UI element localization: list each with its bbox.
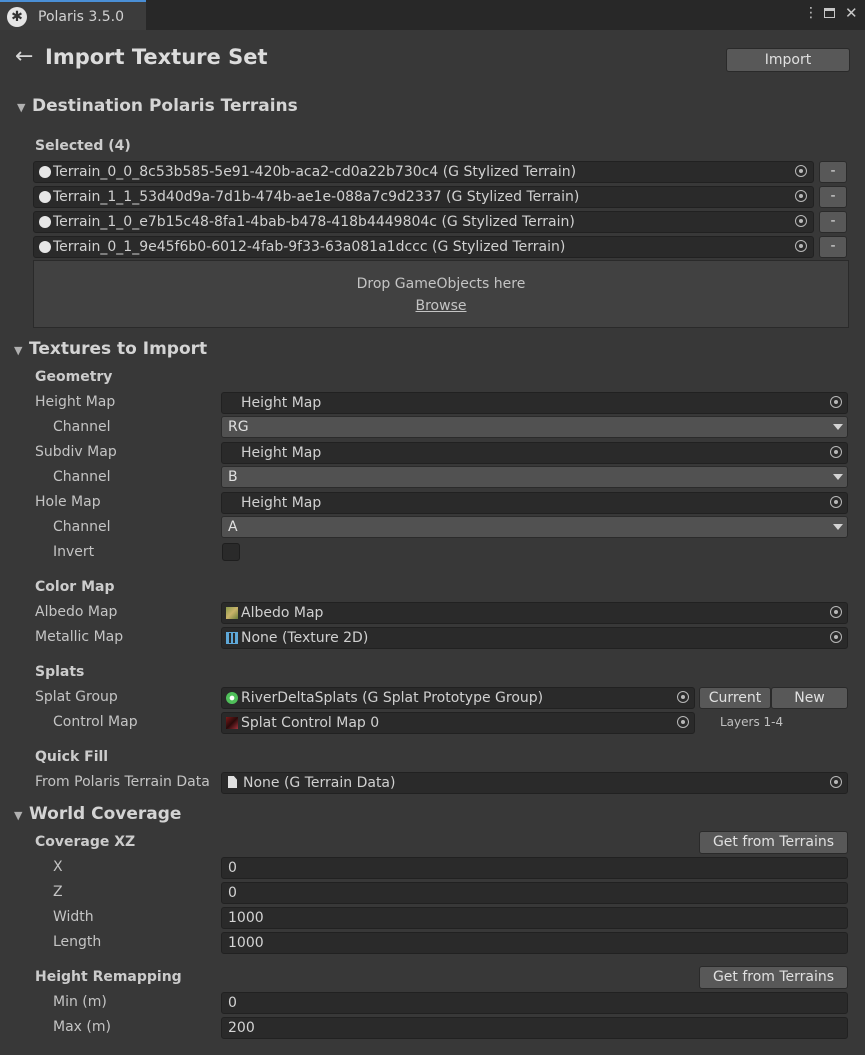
terrain-object-field-3[interactable]: Terrain_1_0_e7b15c48-8fa1-4bab-b478-418b… [33,211,814,233]
albedo-map-field[interactable]: Albedo Map [221,602,848,624]
metallic-map-label: Metallic Map [35,629,124,645]
metallic-map-field[interactable]: None (Texture 2D) [221,627,848,649]
foldout-triangle-icon[interactable]: ▼ [14,809,22,822]
coverage-xz-label: Coverage XZ [35,834,136,850]
current-button[interactable]: Current [699,687,771,709]
object-picker-icon[interactable] [795,240,807,252]
remove-terrain-button-4[interactable]: - [819,236,847,258]
height-map-label: Height Map [35,394,116,410]
splat-group-field[interactable]: RiverDeltaSplats (G Splat Prototype Grou… [221,687,695,709]
terrain-object-field-1[interactable]: Terrain_0_0_8c53b585-5e91-420b-aca2-cd0a… [33,161,814,183]
geometry-label: Geometry [35,369,113,385]
control-map-field[interactable]: Splat Control Map 0 [221,712,695,734]
terrain-object-field-4[interactable]: Terrain_0_1_9e45f6b0-6012-4fab-9f33-63a0… [33,236,814,258]
min-label: Min (m) [53,994,107,1010]
albedo-map-label: Albedo Map [35,604,118,620]
hole-map-label: Hole Map [35,494,101,510]
destination-section-title[interactable]: Destination Polaris Terrains [32,96,298,116]
object-picker-icon[interactable] [795,215,807,227]
height-map-field[interactable]: Height Map [221,392,848,414]
file-icon [228,776,237,788]
foldout-triangle-icon[interactable]: ▼ [14,344,22,357]
back-arrow-icon[interactable]: ← [15,44,33,69]
splat-group-label: Splat Group [35,689,118,705]
drop-hint-text: Drop GameObjects here [356,276,526,292]
from-terrain-data-label: From Polaris Terrain Data [35,774,210,790]
terrain-object-icon [39,191,51,203]
splats-label: Splats [35,664,85,680]
browse-link[interactable]: Browse [416,298,467,314]
x-field[interactable]: 0 [221,857,848,879]
object-picker-icon[interactable] [677,716,689,728]
width-label: Width [53,909,94,925]
texture-thumbnail-icon [226,717,238,729]
object-picker-icon[interactable] [795,190,807,202]
object-picker-icon[interactable] [830,631,842,643]
texture-thumbnail-icon [226,607,238,619]
selected-count-label: Selected (4) [35,138,131,154]
page-title: Import Texture Set [45,45,268,69]
kebab-menu-icon[interactable]: ⋮ [804,5,818,21]
coverage-get-from-terrains-button[interactable]: Get from Terrains [699,831,848,854]
width-field[interactable]: 1000 [221,907,848,929]
chevron-down-icon [833,524,843,530]
z-field[interactable]: 0 [221,882,848,904]
remove-terrain-button-2[interactable]: - [819,186,847,208]
subdiv-channel-label: Channel [53,469,111,485]
x-label: X [53,859,63,875]
height-channel-dropdown[interactable]: RG [221,416,848,438]
drop-zone[interactable]: Drop GameObjects here Browse [33,260,849,328]
subdiv-map-field[interactable]: Height Map [221,442,848,464]
subdiv-map-label: Subdiv Map [35,444,117,460]
color-map-label: Color Map [35,579,115,595]
import-button[interactable]: Import [726,48,850,72]
chevron-down-icon [833,474,843,480]
textures-section-title[interactable]: Textures to Import [29,339,207,359]
control-map-label: Control Map [53,714,138,730]
object-picker-icon[interactable] [830,396,842,408]
hole-channel-label: Channel [53,519,111,535]
maximize-icon[interactable] [824,8,835,18]
world-coverage-section-title[interactable]: World Coverage [29,804,181,824]
length-label: Length [53,934,102,950]
terrain-object-icon [39,166,51,178]
terrain-object-icon [39,241,51,253]
window-tab-title: Polaris 3.5.0 [38,9,124,25]
height-remapping-label: Height Remapping [35,969,182,985]
close-icon[interactable]: ✕ [845,4,858,22]
terrain-data-field[interactable]: None (G Terrain Data) [221,772,848,794]
object-picker-icon[interactable] [830,776,842,788]
chevron-down-icon [833,424,843,430]
terrain-object-icon [39,216,51,228]
hole-channel-dropdown[interactable]: A [221,516,848,538]
layers-range-label: Layers 1-4 [720,715,784,729]
object-picker-icon[interactable] [830,446,842,458]
remove-terrain-button-1[interactable]: - [819,161,847,183]
texture-2d-icon [226,632,238,644]
length-field[interactable]: 1000 [221,932,848,954]
max-label: Max (m) [53,1019,111,1035]
object-picker-icon[interactable] [830,496,842,508]
remove-terrain-button-3[interactable]: - [819,211,847,233]
subdiv-channel-dropdown[interactable]: B [221,466,848,488]
invert-checkbox[interactable] [222,543,240,561]
object-picker-icon[interactable] [677,691,689,703]
hole-map-field[interactable]: Height Map [221,492,848,514]
foldout-triangle-icon[interactable]: ▼ [17,101,25,114]
polaris-logo-icon: ✱ [7,7,27,27]
max-field[interactable]: 200 [221,1017,848,1039]
object-picker-icon[interactable] [795,165,807,177]
invert-label: Invert [53,544,95,560]
min-field[interactable]: 0 [221,992,848,1014]
splat-group-icon [226,692,238,704]
z-label: Z [53,884,63,900]
height-channel-label: Channel [53,419,111,435]
new-button[interactable]: New [771,687,848,709]
window-tab[interactable]: ✱ Polaris 3.5.0 [0,0,146,30]
terrain-object-field-2[interactable]: Terrain_1_1_53d40d9a-7d1b-474b-ae1e-088a… [33,186,814,208]
quick-fill-label: Quick Fill [35,749,109,765]
object-picker-icon[interactable] [830,606,842,618]
height-get-from-terrains-button[interactable]: Get from Terrains [699,966,848,989]
